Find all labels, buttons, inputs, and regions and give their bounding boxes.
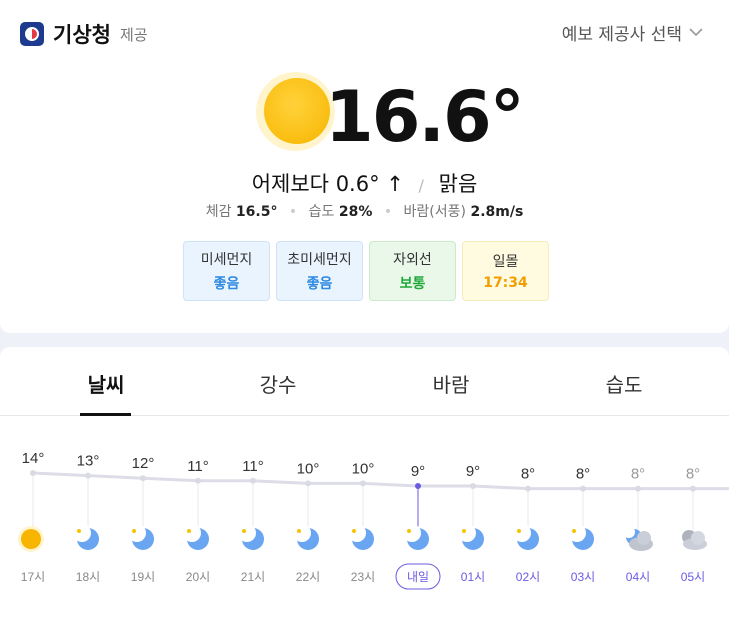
temperature-point — [85, 472, 91, 479]
moon-icon — [183, 524, 209, 550]
hour-label: 05시 — [681, 570, 705, 584]
provider-select-label: 예보 제공사 선택 — [561, 25, 682, 45]
separator: / — [418, 176, 424, 195]
temperature-label: 9° — [411, 463, 425, 480]
temperature-point — [415, 483, 421, 489]
temperature-label: 8° — [576, 466, 590, 483]
badge-uv[interactable]: 자외선 보통 — [369, 241, 456, 301]
moon-icon — [293, 524, 319, 550]
dot-separator: • — [383, 204, 393, 220]
provider-select[interactable]: 예보 제공사 선택 — [562, 20, 703, 45]
temperature-label: 10° — [352, 460, 375, 477]
temperature-label: 11° — [187, 458, 209, 475]
wind-value: 2.8m/s — [470, 204, 524, 220]
temperature-point — [305, 480, 311, 487]
temperature-label: 8° — [521, 466, 535, 483]
wind-label: 바람(서풍) — [403, 204, 466, 220]
temperature-point — [580, 485, 586, 492]
badge-sunset[interactable]: 일몰 17:34 — [462, 241, 549, 301]
hour-label: 19시 — [131, 570, 155, 584]
hour-label: 01시 — [461, 570, 485, 584]
temperature-label: 8° — [686, 466, 700, 483]
hour-label: 02시 — [516, 570, 540, 584]
dot-separator: • — [288, 204, 298, 220]
feels-label: 체감 — [205, 204, 232, 220]
hour-label: 20시 — [186, 570, 210, 584]
temperature-label: 11° — [242, 458, 264, 475]
temperature-point — [250, 477, 256, 484]
temperature-point — [30, 470, 36, 476]
badge-value: 보통 — [399, 276, 426, 292]
temperature-label: 13° — [77, 453, 100, 470]
compare-value: 0.6° ↑ — [335, 172, 404, 196]
temperature-trend-line — [32, 471, 729, 491]
badge-label: 초미세먼지 — [287, 252, 352, 268]
badge-label: 미세먼지 — [200, 252, 253, 268]
hour-label: 03시 — [571, 570, 595, 584]
badge-label: 일몰 — [492, 254, 519, 270]
moon-icon — [458, 524, 484, 550]
weather-summary: 어제보다 0.6° ↑ / 맑음 — [0, 168, 729, 198]
compare-prefix: 어제보다 — [251, 172, 329, 196]
hour-label: 21시 — [241, 570, 265, 584]
current-weather-card: 기상청 제공 예보 제공사 선택 16.6° 어제보다 0.6° ↑ / 맑음 … — [0, 0, 729, 333]
hour-label: 22시 — [296, 570, 320, 584]
badge-value: 좋음 — [306, 276, 333, 292]
temperature-point — [360, 480, 366, 487]
moon-icon — [568, 524, 594, 550]
brand-provided: 제공 — [119, 25, 148, 44]
current-temperature: 16.6° — [325, 76, 525, 158]
brand-name: 기상청 — [53, 23, 111, 47]
humidity-value: 28% — [338, 204, 373, 220]
hourly-forecast-card: 날씨 강수 바람 습도 14° 17시 13° 18시 12° 19시 11° 20시 11° 2… — [0, 347, 729, 622]
hour-label: 23시 — [351, 570, 375, 584]
badge-label: 자외선 — [393, 252, 432, 268]
badge-ultrafine-dust[interactable]: 초미세먼지 좋음 — [276, 241, 363, 301]
hour-label: 04시 — [626, 570, 650, 584]
weather-condition: 맑음 — [438, 172, 478, 196]
sun-icon — [18, 526, 44, 552]
badge-fine-dust[interactable]: 미세먼지 좋음 — [183, 241, 270, 301]
moon-icon — [403, 524, 429, 550]
cloud-icon — [682, 530, 707, 550]
moon-icon — [128, 524, 154, 550]
kma-logo-icon — [20, 22, 44, 46]
feels-value: 16.5° — [235, 204, 278, 220]
temperature-point — [690, 485, 696, 492]
weather-details: 체감 16.5° • 습도 28% • 바람(서풍) 2.8m/s — [0, 201, 729, 221]
humidity-label: 습도 — [308, 204, 335, 220]
hour-label: 내일 — [407, 570, 429, 584]
temperature-point — [635, 485, 641, 492]
temperature-label: 8° — [631, 466, 645, 483]
temperature-label: 12° — [132, 455, 155, 472]
moon-icon — [238, 524, 264, 550]
badge-value: 17:34 — [483, 275, 528, 291]
sun-icon — [256, 72, 335, 151]
hour-label: 17시 — [21, 570, 45, 584]
temperature-point — [470, 483, 476, 489]
moon-icon — [513, 524, 539, 550]
temperature-point — [525, 485, 531, 492]
temperature-label: 10° — [297, 460, 320, 477]
moon-icon — [348, 524, 374, 550]
badge-value: 좋음 — [213, 276, 240, 292]
hourly-temperature-chart: 14° 17시 13° 18시 12° 19시 11° 20시 11° 21시 10° 22시 10° 2… — [18, 450, 729, 590]
hour-label: 18시 — [76, 570, 100, 584]
moon-icon — [73, 524, 99, 550]
temperature-point — [140, 475, 146, 482]
temperature-label: 14° — [22, 450, 45, 467]
indicator-badges: 미세먼지 좋음 초미세먼지 좋음 자외선 보통 일몰 17:34 — [183, 241, 549, 301]
brand: 기상청 제공 — [20, 19, 148, 49]
temperature-label: 9° — [466, 463, 480, 480]
chevron-down-icon — [689, 28, 703, 37]
temperature-point — [195, 477, 201, 484]
